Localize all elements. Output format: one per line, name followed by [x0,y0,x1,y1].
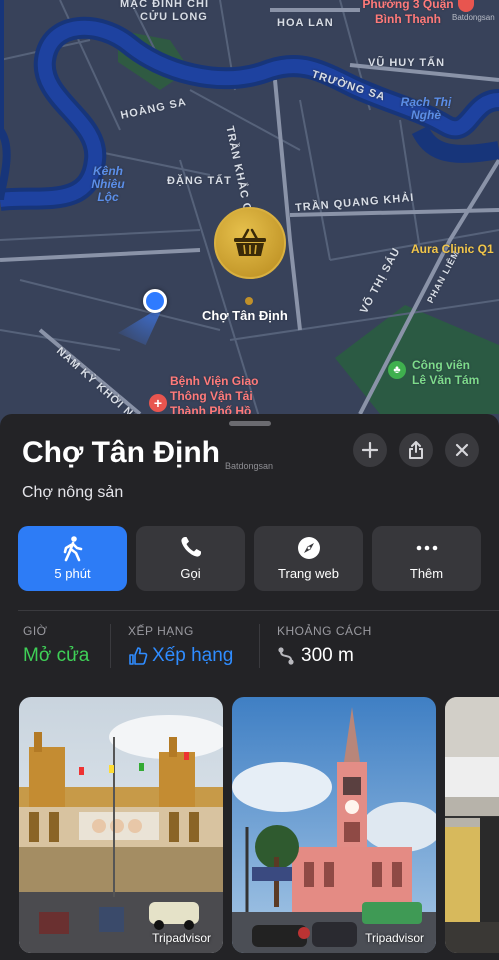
more-button[interactable]: Thêm [372,526,481,591]
website-label: Trang web [278,566,339,581]
market-photo-image [19,697,223,953]
hours-info[interactable]: GIỜ Mở cửa [23,624,89,667]
phone-icon [180,537,201,557]
map-view[interactable]: MẠC ĐĨNH CHI CỬU LONG HOÀNG SA ĐẶNG TẤT … [0,0,499,430]
photo-credit: Tripadvisor [152,931,211,945]
market-pin[interactable] [214,207,286,279]
place-category: Chợ nông sản [22,484,124,501]
more-icon [416,545,437,551]
street-label: ĐẶNG TẤT [167,175,232,187]
hospital-icon[interactable]: + [149,394,167,412]
distance-info: KHOẢNG CÁCH 300 m [277,624,372,667]
directions-label: 5 phút [54,566,91,581]
clinic-label[interactable]: Aura Clinic Q1 [411,242,494,256]
walk-icon [63,536,82,562]
street-label: CỬU LONG [140,11,208,23]
rating-info[interactable]: XẾP HẠNG Xếp hạng [128,624,233,667]
call-label: Gọi [180,566,201,581]
share-icon [409,441,423,459]
action-row: 5 phút Gọi Trang web Thêm [18,526,481,591]
distance-value-row: 300 m [277,645,372,667]
more-label: Thêm [409,566,444,581]
divider [18,610,499,611]
column-separator [110,624,111,668]
street-label: HOA LAN [277,17,334,29]
street-label: VŨ HUY TẤN [368,57,446,69]
hours-value: Mở cửa [23,645,90,666]
route-icon [278,647,294,665]
website-button[interactable]: Trang web [254,526,363,591]
photo-credit: Tripadvisor [365,931,424,945]
place-sheet: Chợ Tân Định Batdongsan Chợ nông sản 5 p… [0,414,499,960]
clothing-photo-image [445,697,499,953]
rating-value-row: Xếp hạng [128,645,233,667]
add-button[interactable] [353,433,387,467]
call-button[interactable]: Gọi [136,526,245,591]
current-location-dot[interactable] [143,289,167,313]
park-label[interactable]: Công viên Lê Văn Tám [412,358,484,388]
ward-label[interactable]: Phường 3 Quận Bình Thạnh [357,0,459,27]
place-title: Chợ Tân Định [22,436,220,469]
photo-clothing[interactable] [445,697,499,953]
distance-header: KHOẢNG CÁCH [277,624,372,638]
column-separator [259,624,260,668]
close-icon [455,443,469,457]
canal-label: Rạch Thị Nghè [400,95,452,122]
compass-icon [297,537,320,559]
canal-label: Kênh Nhiêu Lộc [91,164,125,204]
share-button[interactable] [399,433,433,467]
map-watermark: Batdongsan [452,13,495,22]
street-label: MẠC ĐĨNH CHI [120,0,209,10]
hours-header: GIỜ [23,624,48,638]
photo-church[interactable]: Tripadvisor [232,697,436,953]
photo-market[interactable]: Tripadvisor [19,697,223,953]
close-button[interactable] [445,433,479,467]
park-tree-icon[interactable]: ♣ [388,361,406,379]
thumbs-up-icon [129,647,148,665]
directions-button[interactable]: 5 phút [18,526,127,591]
hospital-label[interactable]: Bệnh Viện Giao Thông Vận Tải Thành Phố H… [170,374,268,419]
sheet-grabber[interactable] [229,421,271,426]
basket-icon [234,228,266,256]
distance-value: 300 m [301,645,354,666]
rating-header: XẾP HẠNG [128,624,194,638]
plus-icon [362,442,378,458]
market-map-label[interactable]: Chợ Tân Định [202,308,288,323]
rating-value: Xếp hạng [152,645,234,666]
church-photo-image [232,697,436,953]
title-watermark: Batdongsan [225,461,274,471]
pin-anchor [245,297,253,305]
